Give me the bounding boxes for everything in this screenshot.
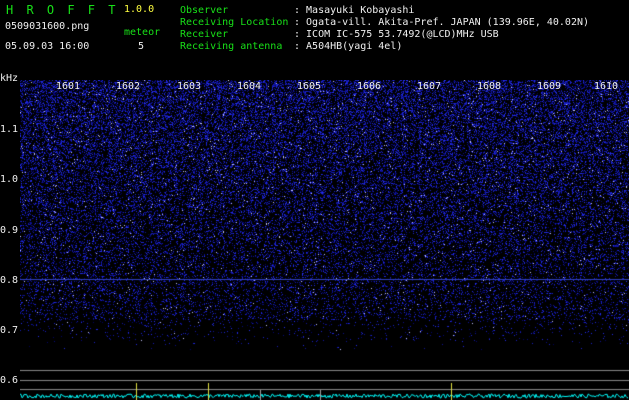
observer-value: : Masayuki Kobayashi: [294, 5, 415, 16]
x-tick-label: 1608: [477, 81, 502, 92]
y-tick-label: 0.7: [0, 325, 19, 336]
meteor-label: meteor: [124, 27, 161, 38]
y-tick-label: 0.9: [0, 225, 19, 236]
y-tick-label: 1.1: [0, 124, 19, 135]
x-tick-label: 1607: [417, 81, 442, 92]
hrofft-window: H R O F F T 1.0.0 0509031600.png meteor …: [0, 0, 629, 400]
antenna-label: Receiving antenna: [180, 41, 283, 52]
location-value: : Ogata-vill. Akita-Pref. JAPAN (139.96E…: [294, 17, 590, 28]
x-tick-label: 1609: [537, 81, 562, 92]
location-label: Receiving Location: [180, 17, 289, 28]
receiver-value: : ICOM IC-575 53.7492(@LCD)MHz USB: [294, 29, 499, 40]
y-axis-unit: kHz: [0, 73, 19, 84]
x-tick-label: 1606: [357, 81, 382, 92]
app-name: H R O F F T: [6, 3, 119, 17]
image-filename: 0509031600.png: [5, 21, 90, 32]
receiver-label: Receiver: [180, 29, 229, 40]
observation-datetime: 05.09.03 16:00: [5, 41, 90, 52]
observer-label: Observer: [180, 5, 229, 16]
x-tick-label: 1610: [594, 81, 619, 92]
spectrogram-canvas: [20, 80, 629, 400]
x-tick-label: 1605: [297, 81, 322, 92]
y-tick-label: 1.0: [0, 174, 19, 185]
app-version: 1.0.0: [124, 4, 155, 15]
x-tick-label: 1602: [116, 81, 141, 92]
y-tick-label: 0.6: [0, 375, 19, 386]
antenna-value: : A504HB(yagi 4el): [294, 41, 403, 52]
meteor-count: 5: [138, 41, 145, 52]
x-tick-label: 1603: [177, 81, 202, 92]
x-tick-label: 1604: [237, 81, 262, 92]
x-tick-label: 1601: [56, 81, 81, 92]
y-tick-label: 0.8: [0, 275, 19, 286]
